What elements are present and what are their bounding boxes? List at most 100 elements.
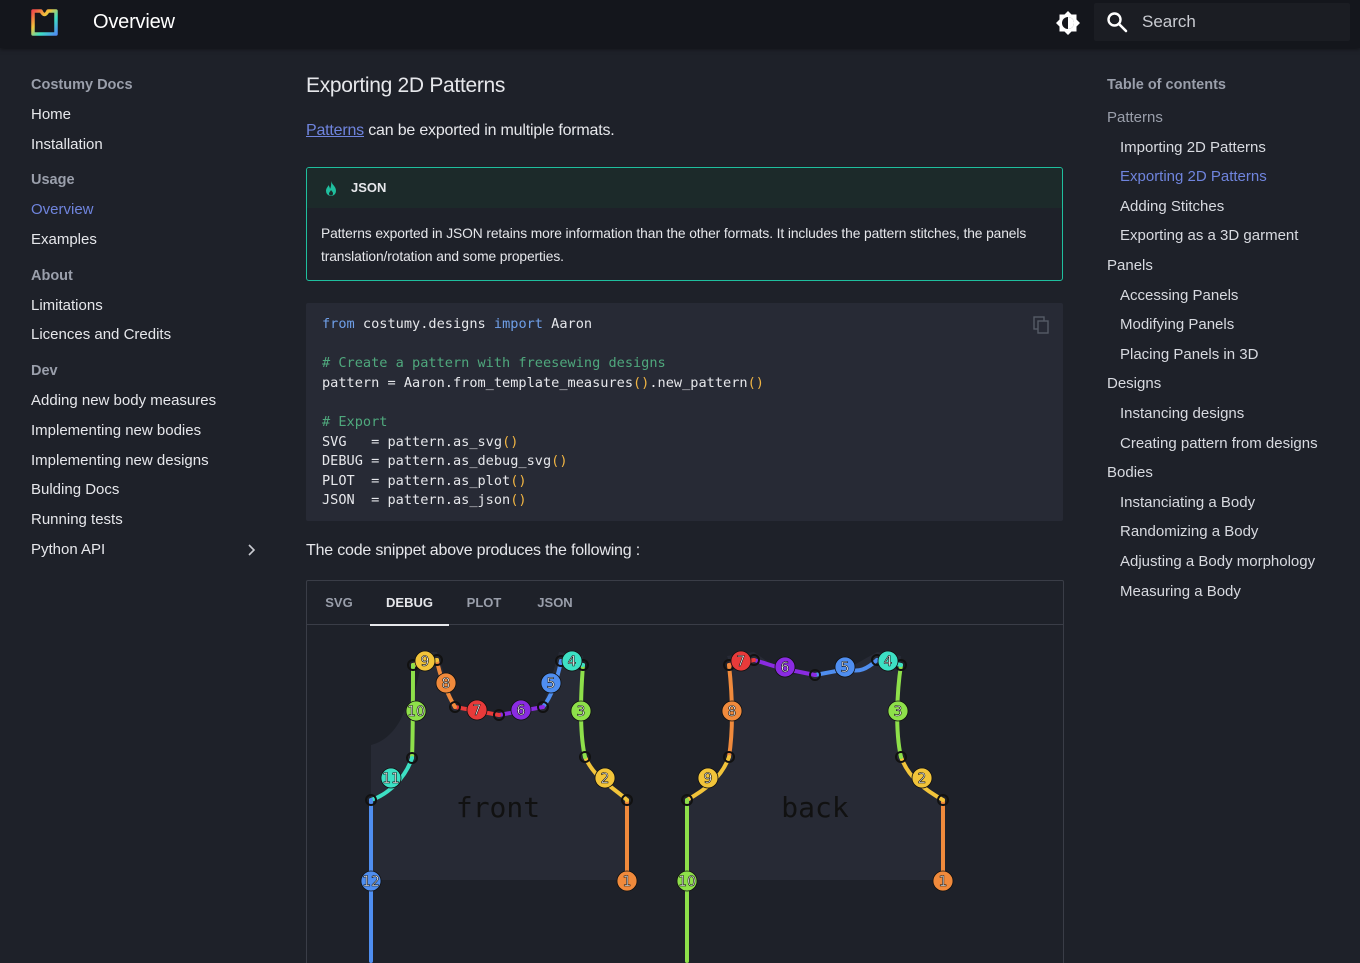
edge-label: 7 xyxy=(737,654,746,670)
nav-item-body-measures[interactable]: Adding new body measures xyxy=(31,386,271,416)
top-header: Overview xyxy=(0,0,1360,48)
costumy-logo-icon[interactable] xyxy=(31,9,58,36)
toc-item-instanciating-body[interactable]: Instanciating a Body xyxy=(1107,488,1347,518)
flame-icon xyxy=(326,181,336,196)
edge-label: 9 xyxy=(421,654,430,670)
toc-item-designs[interactable]: Designs xyxy=(1107,369,1347,399)
nav-item-installation[interactable]: Installation xyxy=(31,130,271,160)
edge-label: 5 xyxy=(547,676,556,692)
nav-item-python-api[interactable]: Python API xyxy=(31,535,271,565)
toc-item-bodies[interactable]: Bodies xyxy=(1107,458,1347,488)
edge-label: 3 xyxy=(894,704,903,720)
nav-item-licences[interactable]: Licences and Credits xyxy=(31,320,271,350)
admonition-title: JSON xyxy=(351,180,387,195)
tab-json[interactable]: JSON xyxy=(536,581,574,625)
tab-plot[interactable]: PLOT xyxy=(466,581,502,625)
output-tabs: SVG DEBUG PLOT JSON 1 2 3 4 5 6 7 8 9 10 11 12 1 2 3 4 5… xyxy=(306,580,1064,963)
nav-item-running-tests[interactable]: Running tests xyxy=(31,505,271,535)
edge-label: 10 xyxy=(678,874,696,890)
nav-item-examples[interactable]: Examples xyxy=(31,225,271,255)
toc-item-adding-stitches[interactable]: Adding Stitches xyxy=(1107,192,1347,222)
code-token: () xyxy=(633,374,650,391)
edge-label: 7 xyxy=(473,703,482,719)
nav-item-python-api-label: Python API xyxy=(31,540,106,558)
copy-icon[interactable] xyxy=(1033,316,1049,334)
search-box[interactable] xyxy=(1094,3,1350,41)
nav-section-usage: Usage xyxy=(31,172,75,189)
panel-name-front: front xyxy=(456,791,540,824)
toc-item-placing-panels[interactable]: Placing Panels in 3D xyxy=(1107,340,1347,370)
edge-label: 1 xyxy=(939,874,948,890)
nav-item-building-docs[interactable]: Bulding Docs xyxy=(31,475,271,505)
nav-item-new-bodies[interactable]: Implementing new bodies xyxy=(31,416,271,446)
code-line: SVG = pattern.as_svg() xyxy=(322,433,519,450)
code-token: () xyxy=(510,492,527,509)
code-block: from costumy.designs import Aaron # Crea… xyxy=(306,303,1063,521)
code-token: () xyxy=(510,472,527,489)
tabs-bar: SVG DEBUG PLOT JSON xyxy=(307,581,1063,626)
patterns-link[interactable]: Patterns xyxy=(306,122,364,139)
code-line: PLOT = pattern.as_plot() xyxy=(322,472,527,489)
toc-item-modifying-panels[interactable]: Modifying Panels xyxy=(1107,310,1347,340)
toc-item-measuring-body[interactable]: Measuring a Body xyxy=(1107,577,1347,607)
toc-item-adjusting-body[interactable]: Adjusting a Body morphology xyxy=(1107,547,1347,577)
search-icon xyxy=(1107,12,1128,33)
page-title: Exporting 2D Patterns xyxy=(306,74,506,97)
code-token: () xyxy=(502,433,519,450)
edge-label: 1 xyxy=(623,874,632,890)
edge-label: 8 xyxy=(728,704,737,720)
code-token: import xyxy=(493,316,543,332)
edge-label: 11 xyxy=(382,771,400,787)
table-of-contents: Table of contents Patterns Importing 2D … xyxy=(1107,74,1347,606)
toc-item-randomizing-body[interactable]: Randomizing a Body xyxy=(1107,517,1347,547)
left-navigation: Costumy Docs Home Installation Usage Ove… xyxy=(31,74,271,564)
intro-paragraph: Patterns can be exported in multiple for… xyxy=(306,122,615,140)
site-title: Costumy Docs xyxy=(31,77,133,93)
admonition-header: JSON xyxy=(307,168,1062,208)
toc-item-exporting-patterns[interactable]: Exporting 2D Patterns xyxy=(1107,162,1347,192)
intro-text: can be exported in multiple formats. xyxy=(364,122,615,139)
code-line: # Export xyxy=(322,413,388,430)
panel-name-back: back xyxy=(781,791,849,824)
nav-item-limitations[interactable]: Limitations xyxy=(31,291,271,321)
edge-label: 10 xyxy=(407,704,425,720)
chevron-right-icon xyxy=(248,543,256,556)
toc-item-panels[interactable]: Panels xyxy=(1107,251,1347,281)
nav-section-about: About xyxy=(31,267,73,284)
toc-item-exporting-3d[interactable]: Exporting as a 3D garment xyxy=(1107,221,1347,251)
code-text: from costumy.designs import Aaron # Crea… xyxy=(322,315,764,511)
edge-label: 8 xyxy=(442,676,451,692)
nav-item-home[interactable]: Home xyxy=(31,100,271,130)
code-line: JSON = pattern.as_json() xyxy=(322,492,527,509)
toc-item-creating-pattern[interactable]: Creating pattern from designs xyxy=(1107,429,1347,459)
edge-label: 2 xyxy=(918,771,927,787)
edge-label: 5 xyxy=(841,660,850,676)
search-input[interactable] xyxy=(1142,9,1342,35)
edge-label: 9 xyxy=(704,771,713,787)
toc-item-accessing-panels[interactable]: Accessing Panels xyxy=(1107,281,1347,311)
header-title: Overview xyxy=(93,11,175,33)
toc-title: Table of contents xyxy=(1107,77,1226,93)
pattern-svg: 123456789101112 12345678910 front back xyxy=(360,650,954,963)
nav-item-new-designs[interactable]: Implementing new designs xyxy=(31,446,271,476)
edge-label: 4 xyxy=(884,654,893,670)
toc-item-instancing-designs[interactable]: Instancing designs xyxy=(1107,399,1347,429)
debug-pattern-plot: 1 2 3 4 5 6 7 8 9 10 11 12 1 2 3 4 5 6 7 8 9 10 front back xyxy=(307,626,1063,963)
tab-debug[interactable]: DEBUG xyxy=(370,581,449,626)
code-line: from costumy.designs import Aaron xyxy=(322,316,593,332)
brightness-toggle-icon[interactable] xyxy=(1054,9,1082,37)
code-line: # Create a pattern with freesewing desig… xyxy=(322,355,666,372)
edge-label: 4 xyxy=(568,654,577,670)
edge-label: 6 xyxy=(517,703,526,719)
toc-item-importing-patterns[interactable]: Importing 2D Patterns xyxy=(1107,133,1347,163)
nav-item-overview[interactable]: Overview xyxy=(31,195,271,225)
nav-section-dev: Dev xyxy=(31,363,58,380)
edge-label: 12 xyxy=(362,874,380,890)
edge-label: 6 xyxy=(781,660,790,676)
toc-item-patterns[interactable]: Patterns xyxy=(1107,103,1347,133)
json-admonition: JSON Patterns exported in JSON retains m… xyxy=(306,167,1063,281)
code-token: from xyxy=(322,316,355,332)
tab-svg[interactable]: SVG xyxy=(324,581,354,625)
edge-label: 3 xyxy=(577,704,586,720)
code-line: DEBUG = pattern.as_debug_svg() xyxy=(322,453,568,470)
